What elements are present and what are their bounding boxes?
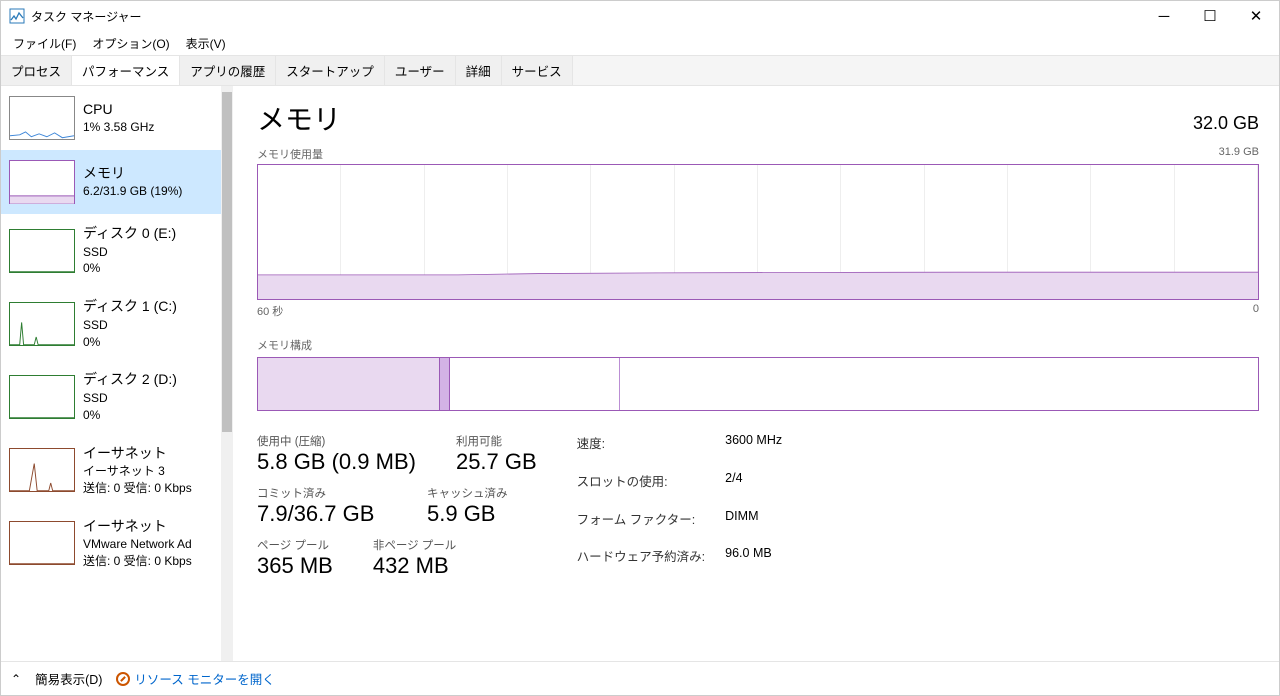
tab-services[interactable]: サービス bbox=[502, 56, 573, 85]
sidebar-disk0-name: ディスク 0 (E:) bbox=[83, 224, 176, 244]
resource-monitor-icon bbox=[116, 672, 130, 686]
available-label: 利用可能 bbox=[456, 433, 537, 449]
time-axis-right: 0 bbox=[1253, 303, 1259, 319]
maximize-button[interactable]: ☐ bbox=[1187, 1, 1233, 31]
sidebar-item-ethernet0[interactable]: イーサネットイーサネット 3送信: 0 受信: 0 Kbps bbox=[1, 434, 221, 507]
app-icon bbox=[9, 8, 25, 24]
tab-startup[interactable]: スタートアップ bbox=[276, 56, 385, 85]
footer: ⌃ 簡易表示(D) リソース モニターを開く bbox=[1, 661, 1279, 695]
sidebar-disk2-sub2: 0% bbox=[83, 407, 177, 424]
nonpaged-value: 432 MB bbox=[373, 553, 456, 579]
fewer-details-button[interactable]: 簡易表示(D) bbox=[35, 669, 102, 688]
sidebar-item-ethernet1[interactable]: イーサネットVMware Network Ad送信: 0 受信: 0 Kbps bbox=[1, 507, 221, 580]
in-use-value: 5.8 GB (0.9 MB) bbox=[257, 449, 416, 475]
memory-composition-chart[interactable] bbox=[257, 357, 1259, 411]
reserved-key: ハードウェア予約済み: bbox=[577, 546, 705, 579]
slots-value: 2/4 bbox=[725, 471, 782, 504]
sidebar-cpu-name: CPU bbox=[83, 100, 154, 120]
ethernet-thumb-icon bbox=[9, 448, 75, 492]
available-value: 25.7 GB bbox=[456, 449, 537, 475]
tab-users[interactable]: ユーザー bbox=[385, 56, 456, 85]
sidebar-eth0-name: イーサネット bbox=[83, 444, 192, 464]
sidebar-memory-name: メモリ bbox=[83, 164, 182, 184]
sidebar-item-cpu[interactable]: CPU1% 3.58 GHz bbox=[1, 86, 221, 150]
sidebar-item-disk0[interactable]: ディスク 0 (E:)SSD0% bbox=[1, 214, 221, 287]
slots-key: スロットの使用: bbox=[577, 471, 705, 504]
reserved-value: 96.0 MB bbox=[725, 546, 782, 579]
paged-label: ページ プール bbox=[257, 537, 333, 553]
sidebar-disk1-sub1: SSD bbox=[83, 317, 177, 334]
sidebar-eth0-sub1: イーサネット 3 bbox=[83, 463, 192, 480]
time-axis-left: 60 秒 bbox=[257, 303, 283, 319]
menu-file[interactable]: ファイル(F) bbox=[5, 33, 84, 54]
resource-monitor-label: リソース モニターを開く bbox=[134, 669, 274, 688]
committed-value: 7.9/36.7 GB bbox=[257, 501, 387, 527]
minimize-button[interactable]: ─ bbox=[1141, 1, 1187, 31]
ethernet-thumb-icon bbox=[9, 521, 75, 565]
sidebar-item-disk1[interactable]: ディスク 1 (C:)SSD0% bbox=[1, 287, 221, 360]
performance-sidebar: CPU1% 3.58 GHz メモリ6.2/31.9 GB (19%) ディスク… bbox=[1, 86, 233, 661]
sidebar-scrollbar[interactable] bbox=[221, 86, 233, 661]
menubar: ファイル(F) オプション(O) 表示(V) bbox=[1, 31, 1279, 55]
usage-chart-max: 31.9 GB bbox=[1219, 146, 1259, 162]
close-button[interactable]: ✕ bbox=[1233, 1, 1279, 31]
tab-details[interactable]: 詳細 bbox=[456, 56, 502, 85]
memory-thumb-icon bbox=[9, 160, 75, 204]
disk-thumb-icon bbox=[9, 229, 75, 273]
sidebar-eth0-sub2: 送信: 0 受信: 0 Kbps bbox=[83, 480, 192, 497]
sidebar-disk0-sub2: 0% bbox=[83, 260, 176, 277]
sidebar-disk1-name: ディスク 1 (C:) bbox=[83, 297, 177, 317]
memory-detail-pane: メモリ 32.0 GB メモリ使用量 31.9 GB 60 秒 0 メモリ構成 bbox=[233, 86, 1279, 661]
page-title: メモリ bbox=[257, 98, 341, 138]
cached-label: キャッシュ済み bbox=[427, 485, 508, 501]
menu-options[interactable]: オプション(O) bbox=[84, 33, 177, 54]
sidebar-eth1-sub1: VMware Network Ad bbox=[83, 536, 192, 553]
menu-view[interactable]: 表示(V) bbox=[178, 33, 234, 54]
paged-value: 365 MB bbox=[257, 553, 333, 579]
disk-thumb-icon bbox=[9, 375, 75, 419]
open-resource-monitor-link[interactable]: リソース モニターを開く bbox=[116, 669, 274, 688]
total-memory: 32.0 GB bbox=[1193, 113, 1259, 134]
cached-value: 5.9 GB bbox=[427, 501, 508, 527]
sidebar-eth1-sub2: 送信: 0 受信: 0 Kbps bbox=[83, 553, 192, 570]
window-title: タスク マネージャー bbox=[31, 8, 142, 25]
speed-value: 3600 MHz bbox=[725, 433, 782, 466]
sidebar-memory-sub: 6.2/31.9 GB (19%) bbox=[83, 183, 182, 200]
sidebar-item-disk2[interactable]: ディスク 2 (D:)SSD0% bbox=[1, 360, 221, 433]
titlebar: タスク マネージャー ─ ☐ ✕ bbox=[1, 1, 1279, 31]
cpu-thumb-icon bbox=[9, 96, 75, 140]
sidebar-disk0-sub1: SSD bbox=[83, 244, 176, 261]
sidebar-disk2-sub1: SSD bbox=[83, 390, 177, 407]
tab-performance[interactable]: パフォーマンス bbox=[72, 56, 180, 85]
memory-usage-chart[interactable] bbox=[257, 164, 1259, 300]
disk-thumb-icon bbox=[9, 302, 75, 346]
sidebar-disk1-sub2: 0% bbox=[83, 334, 177, 351]
in-use-label: 使用中 (圧縮) bbox=[257, 433, 416, 449]
sidebar-item-memory[interactable]: メモリ6.2/31.9 GB (19%) bbox=[1, 150, 221, 214]
sidebar-eth1-name: イーサネット bbox=[83, 517, 192, 537]
form-value: DIMM bbox=[725, 509, 782, 542]
committed-label: コミット済み bbox=[257, 485, 387, 501]
usage-chart-label: メモリ使用量 bbox=[257, 146, 323, 162]
tab-history[interactable]: アプリの履歴 bbox=[180, 56, 276, 85]
memory-info-grid: 速度: 3600 MHz スロットの使用: 2/4 フォーム ファクター: DI… bbox=[577, 433, 782, 579]
speed-key: 速度: bbox=[577, 433, 705, 466]
tab-processes[interactable]: プロセス bbox=[1, 56, 72, 85]
form-key: フォーム ファクター: bbox=[577, 509, 705, 542]
sidebar-disk2-name: ディスク 2 (D:) bbox=[83, 370, 177, 390]
composition-label: メモリ構成 bbox=[257, 337, 1259, 353]
nonpaged-label: 非ページ プール bbox=[373, 537, 456, 553]
sidebar-cpu-sub: 1% 3.58 GHz bbox=[83, 119, 154, 136]
tabstrip: プロセス パフォーマンス アプリの履歴 スタートアップ ユーザー 詳細 サービス bbox=[1, 55, 1279, 86]
chevron-up-icon: ⌃ bbox=[11, 672, 21, 686]
